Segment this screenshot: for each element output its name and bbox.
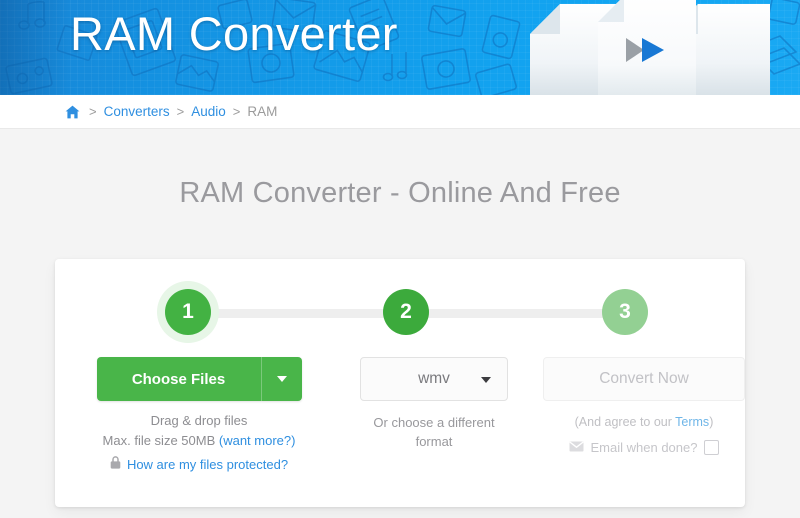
banner-document-graphic (520, 0, 800, 95)
banner-title: RAM Converter (70, 6, 398, 61)
choose-files-button[interactable]: Choose Files (97, 357, 302, 401)
chevron-down-icon (481, 377, 491, 383)
page-body: RAM Converter - Online And Free 1 2 3 Ch… (0, 129, 800, 518)
envelope-icon (569, 440, 584, 455)
chevron-down-icon (277, 376, 287, 382)
choose-files-dropdown-toggle[interactable] (261, 357, 302, 401)
format-select[interactable]: wmv (360, 357, 508, 401)
page-title: RAM Converter - Online And Free (0, 129, 800, 210)
want-more-link[interactable]: (want more?) (219, 433, 296, 448)
terms-suffix: ) (709, 415, 713, 429)
converter-columns: Choose Files Drag & drop files Max. file… (55, 357, 745, 472)
stepper: 1 2 3 (55, 281, 745, 343)
format-hint: Or choose a different format (359, 413, 509, 451)
step-3-column: Convert Now (And agree to our Terms) Ema… (543, 357, 745, 472)
stepper-step-1-number: 1 (165, 289, 211, 335)
banner-left-shade (0, 0, 70, 95)
files-protected-link[interactable]: How are my files protected? (127, 457, 288, 472)
format-select-value: wmv (418, 370, 450, 388)
breadcrumb-separator: > (177, 104, 185, 119)
email-when-done-checkbox[interactable] (704, 440, 719, 455)
drag-drop-hint: Drag & drop files Max. file size 50MB (w… (103, 411, 296, 451)
stepper-step-3-number: 3 (602, 289, 648, 335)
stepper-step-2[interactable]: 2 (375, 281, 437, 343)
step-2-column: wmv Or choose a different format (325, 357, 543, 472)
step-1-column: Choose Files Drag & drop files Max. file… (73, 357, 325, 472)
breadcrumb-item-ram: RAM (247, 104, 277, 119)
email-when-done-label: Email when done? (591, 440, 698, 455)
terms-prefix: (And agree to our (575, 415, 676, 429)
breadcrumb-separator: > (89, 104, 97, 119)
stepper-step-2-number: 2 (383, 289, 429, 335)
files-protected-row: How are my files protected? (110, 456, 288, 472)
home-icon[interactable] (65, 105, 80, 119)
breadcrumb-item-converters[interactable]: Converters (104, 104, 170, 119)
terms-line: (And agree to our Terms) (575, 413, 714, 432)
converter-card: 1 2 3 Choose Files Drag & drop fil (55, 259, 745, 507)
breadcrumb-separator: > (233, 104, 241, 119)
drag-drop-text: Drag & drop files (103, 411, 296, 431)
stepper-step-1[interactable]: 1 (157, 281, 219, 343)
stepper-step-3[interactable]: 3 (594, 281, 656, 343)
terms-link[interactable]: Terms (675, 415, 709, 429)
max-size-text: Max. file size 50MB (103, 433, 219, 448)
choose-files-label: Choose Files (97, 357, 261, 401)
breadcrumb: > Converters > Audio > RAM (0, 95, 800, 129)
breadcrumb-item-audio[interactable]: Audio (191, 104, 226, 119)
max-size-line: Max. file size 50MB (want more?) (103, 431, 296, 451)
email-when-done-row: Email when done? (569, 440, 720, 455)
convert-now-button[interactable]: Convert Now (543, 357, 745, 401)
lock-icon (110, 456, 121, 472)
page-banner: RAM Converter (0, 0, 800, 95)
